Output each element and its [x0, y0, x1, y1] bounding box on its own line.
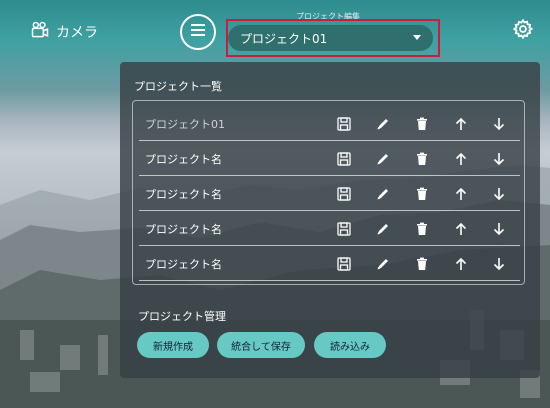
arrow-down-icon[interactable] [491, 256, 507, 272]
project-list: プロジェクト01 プロジェクト名 プロジェクト名 プロジェクト名 プロジェクト名 [132, 100, 525, 285]
arrow-down-icon[interactable] [491, 116, 507, 132]
project-name: プロジェクト01 [145, 117, 225, 131]
trash-icon[interactable] [414, 256, 430, 272]
camera-icon [30, 20, 50, 44]
project-row[interactable]: プロジェクト名 [139, 247, 520, 281]
save-icon[interactable] [336, 186, 352, 202]
load-button[interactable]: 読み込み [314, 332, 386, 358]
trash-icon[interactable] [414, 221, 430, 237]
arrow-down-icon[interactable] [491, 186, 507, 202]
management-title: プロジェクト管理 [138, 310, 226, 323]
pencil-icon[interactable] [375, 186, 391, 202]
hamburger-icon [189, 21, 207, 43]
top-bar: カメラ プロジェクト編集 プロジェクト01 [0, 0, 550, 62]
menu-button[interactable] [180, 14, 216, 50]
camera-label: カメラ [56, 25, 98, 41]
pencil-icon[interactable] [375, 151, 391, 167]
arrow-up-icon[interactable] [453, 221, 469, 237]
trash-icon[interactable] [414, 116, 430, 132]
project-name: プロジェクト名 [145, 152, 222, 166]
project-name: プロジェクト名 [145, 257, 222, 271]
save-icon[interactable] [336, 256, 352, 272]
chevron-down-icon [413, 35, 421, 40]
project-row[interactable]: プロジェクト名 [139, 177, 520, 211]
arrow-up-icon[interactable] [453, 151, 469, 167]
save-icon[interactable] [336, 151, 352, 167]
arrow-down-icon[interactable] [491, 221, 507, 237]
arrow-down-icon[interactable] [491, 151, 507, 167]
save-icon[interactable] [336, 116, 352, 132]
arrow-up-icon[interactable] [453, 256, 469, 272]
new-project-button[interactable]: 新規作成 [137, 332, 209, 358]
panel-title: プロジェクト一覧 [134, 80, 222, 93]
pencil-icon[interactable] [375, 116, 391, 132]
trash-icon[interactable] [414, 186, 430, 202]
camera-button[interactable]: カメラ [30, 20, 98, 44]
project-row[interactable]: プロジェクト名 [139, 212, 520, 246]
save-icon[interactable] [336, 221, 352, 237]
pencil-icon[interactable] [375, 256, 391, 272]
merge-save-button[interactable]: 統合して保存 [217, 332, 305, 358]
project-row[interactable]: プロジェクト名 [139, 142, 520, 176]
pencil-icon[interactable] [375, 221, 391, 237]
project-row[interactable]: プロジェクト01 [139, 107, 520, 141]
project-select-value: プロジェクト01 [240, 31, 328, 46]
settings-button[interactable] [512, 18, 534, 40]
project-select-label: プロジェクト編集 [296, 12, 360, 21]
project-name: プロジェクト名 [145, 222, 222, 236]
arrow-up-icon[interactable] [453, 186, 469, 202]
project-panel: プロジェクト一覧 プロジェクト01 プロジェクト名 プロジェクト名 プロジェクト… [120, 62, 540, 378]
arrow-up-icon[interactable] [453, 116, 469, 132]
project-name: プロジェクト名 [145, 187, 222, 201]
trash-icon[interactable] [414, 151, 430, 167]
project-select[interactable]: プロジェクト01 [228, 25, 433, 51]
gear-icon [512, 18, 534, 44]
